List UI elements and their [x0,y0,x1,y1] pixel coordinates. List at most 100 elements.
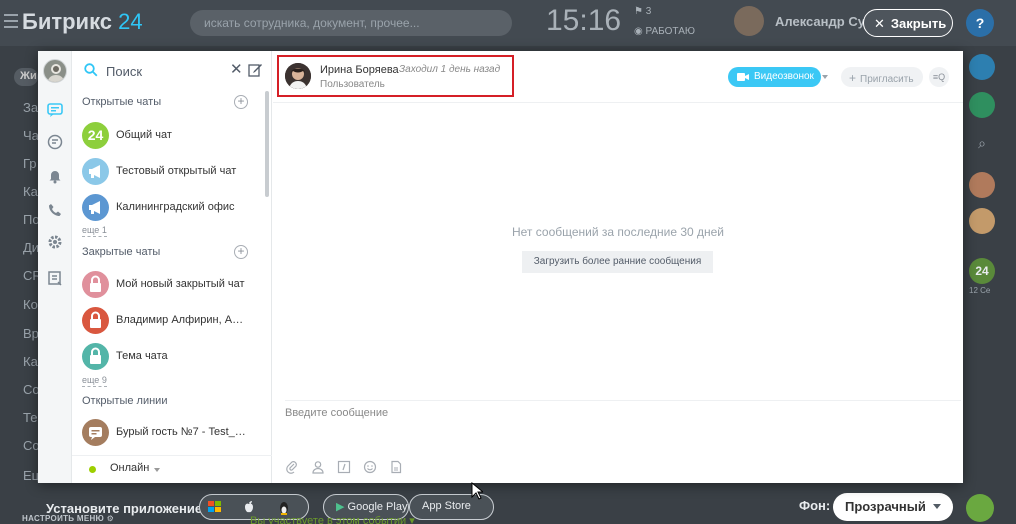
peer-avatar[interactable] [285,63,311,89]
portal-right-bar: ⌕ 12 Се 24 [963,46,1016,524]
online-status-dot [89,466,96,473]
chat-name: Владимир Алфирин, Алексей [116,314,246,326]
new-chat-icon[interactable] [248,62,263,77]
openlines-icon[interactable] [46,133,64,151]
left-menu-item[interactable]: По [23,212,38,227]
chat-item-closed-1[interactable]: Мой новый закрытый чат [72,269,268,305]
highlight-frame [277,55,514,97]
invite-button[interactable]: + Пригласить [841,67,923,87]
self-avatar[interactable] [43,59,67,83]
report-icon[interactable] [46,269,64,287]
left-menu-item[interactable]: Ка [23,354,38,369]
video-call-button[interactable]: Видеозвонок [728,67,821,87]
chat-name: Тема чата [116,350,168,362]
message-input[interactable] [285,407,945,447]
contact-avatar[interactable] [969,208,995,234]
recent-date: 12 Се [969,286,991,295]
chat-name: Мой новый закрытый чат [116,278,245,290]
menu-burger-icon[interactable] [4,14,18,28]
chat-item-general[interactable]: 24 Общий чат [72,120,268,156]
left-menu-item[interactable]: Со [23,438,38,453]
left-menu-item[interactable]: Со [23,382,38,397]
recent-search: ✕ [72,51,272,89]
notifications-bell-icon[interactable] [969,54,995,80]
section-title-closed-chats: Закрытые чаты [82,246,161,258]
more-open-chats-link[interactable]: еще 1 [82,225,107,237]
messenger-icon-bar [38,51,72,483]
bell-icon[interactable] [46,167,64,185]
left-menu-item[interactable]: Вр [23,326,38,341]
close-messenger-button[interactable]: ✕ Закрыть [863,9,953,37]
close-icon[interactable]: ✕ [230,62,243,78]
chat-item-closed-2[interactable]: Владимир Алфирин, Алексей [72,305,268,341]
chat-name: Тестовый открытый чат [116,165,237,177]
load-earlier-button[interactable]: Загрузить более ранние сообщения [522,251,713,273]
user-status-selector[interactable]: Онлайн [72,455,272,481]
status-label: Онлайн [110,462,150,474]
background-select[interactable]: Прозрачный [833,493,953,521]
left-menu-item[interactable]: Ча [23,128,38,143]
chevron-down-icon [933,504,941,509]
left-menu-item[interactable]: Гр [23,156,38,171]
gear-icon[interactable] [46,233,64,251]
windows-icon[interactable] [206,498,224,516]
recent-list-panel: ✕ Открытые чаты + 24 Общий чат Тестовый … [72,51,272,483]
chevron-down-icon[interactable] [822,75,828,79]
peer-last-seen: Заходил 1 день назад [399,64,501,75]
event-status-text[interactable]: Вы участвуете в этом событии ▾ [250,514,415,524]
left-menu-item[interactable]: CR [23,268,38,283]
more-closed-chats-link[interactable]: еще 9 [82,375,107,387]
left-menu-item[interactable]: Ко [23,297,38,312]
left-menu-item[interactable]: Ди [23,240,38,255]
attach-icon[interactable] [285,460,299,474]
contact-avatar[interactable] [969,172,995,198]
video-camera-icon [737,73,749,81]
dialog-header: Ирина Боряева Заходил 1 день назад Польз… [273,51,963,103]
left-menu-item-active[interactable]: Жи [14,68,38,86]
general-chat-icon[interactable]: 24 [969,258,995,284]
portal-search-input[interactable]: искать сотрудника, документ, прочее... [190,10,512,36]
clock-time[interactable]: 15:16 [546,4,621,38]
work-state-status[interactable]: ◉ РАБОТАЮ [634,26,695,37]
peer-name[interactable]: Ирина Боряева [320,64,399,76]
document-icon[interactable] [389,460,403,474]
formula-icon[interactable] [337,460,351,474]
left-menu-item[interactable]: Ка [23,184,38,199]
task-flag-count[interactable]: ⚑ 3 [634,6,651,17]
help-button[interactable]: ? [966,9,994,37]
portal-header: Битрикс 24 искать сотрудника, документ, … [0,0,1016,46]
section-title-open-lines: Открытые линии [82,395,168,407]
mouse-cursor-icon [471,482,483,500]
chat-item-kaliningrad[interactable]: Калининградский офис [72,192,268,228]
chat-item-test-open[interactable]: Тестовый открытый чат [72,156,268,192]
search-icon [84,63,98,77]
portal-footer: Установите приложение: ▶ Google Play App… [0,484,1016,524]
add-closed-chat-plus-icon[interactable]: + [234,245,248,259]
portal-logo[interactable]: Битрикс 24 [22,9,143,35]
lock-icon [82,271,109,298]
openlines-icon[interactable] [969,92,995,118]
menu-setup-link[interactable]: НАСТРОИТЬ МЕНЮ ⚙ [22,514,114,523]
user-icon[interactable] [311,460,325,474]
current-user-avatar[interactable] [734,6,764,36]
background-label: Фон: [799,498,831,513]
phone-icon[interactable] [966,494,994,522]
left-menu-item[interactable]: Ец [23,468,38,483]
chat-icon[interactable] [46,101,64,119]
chat-item-openline[interactable]: Бурый гость №7 - Test_linia [72,417,268,453]
chat-item-closed-3[interactable]: Тема чата [72,341,268,377]
search-icon[interactable]: ⌕ [969,130,995,156]
phone-icon[interactable] [46,201,64,219]
add-open-chat-plus-icon[interactable]: + [234,95,248,109]
left-menu-item[interactable]: За [23,100,38,115]
gear-icon: ⚙ [106,514,115,523]
lock-icon [82,307,109,334]
close-icon: ✕ [874,16,885,31]
chat-name: Бурый гость №7 - Test_linia [116,426,246,438]
left-menu-item[interactable]: Те [23,410,38,425]
search-input[interactable] [106,62,226,80]
smile-icon[interactable] [363,460,377,474]
no-messages-text: Нет сообщений за последние 30 дней [511,225,725,239]
history-search-icon[interactable]: ≡Q [929,67,949,87]
messenger-popup: ✕ Открытые чаты + 24 Общий чат Тестовый … [38,51,963,483]
